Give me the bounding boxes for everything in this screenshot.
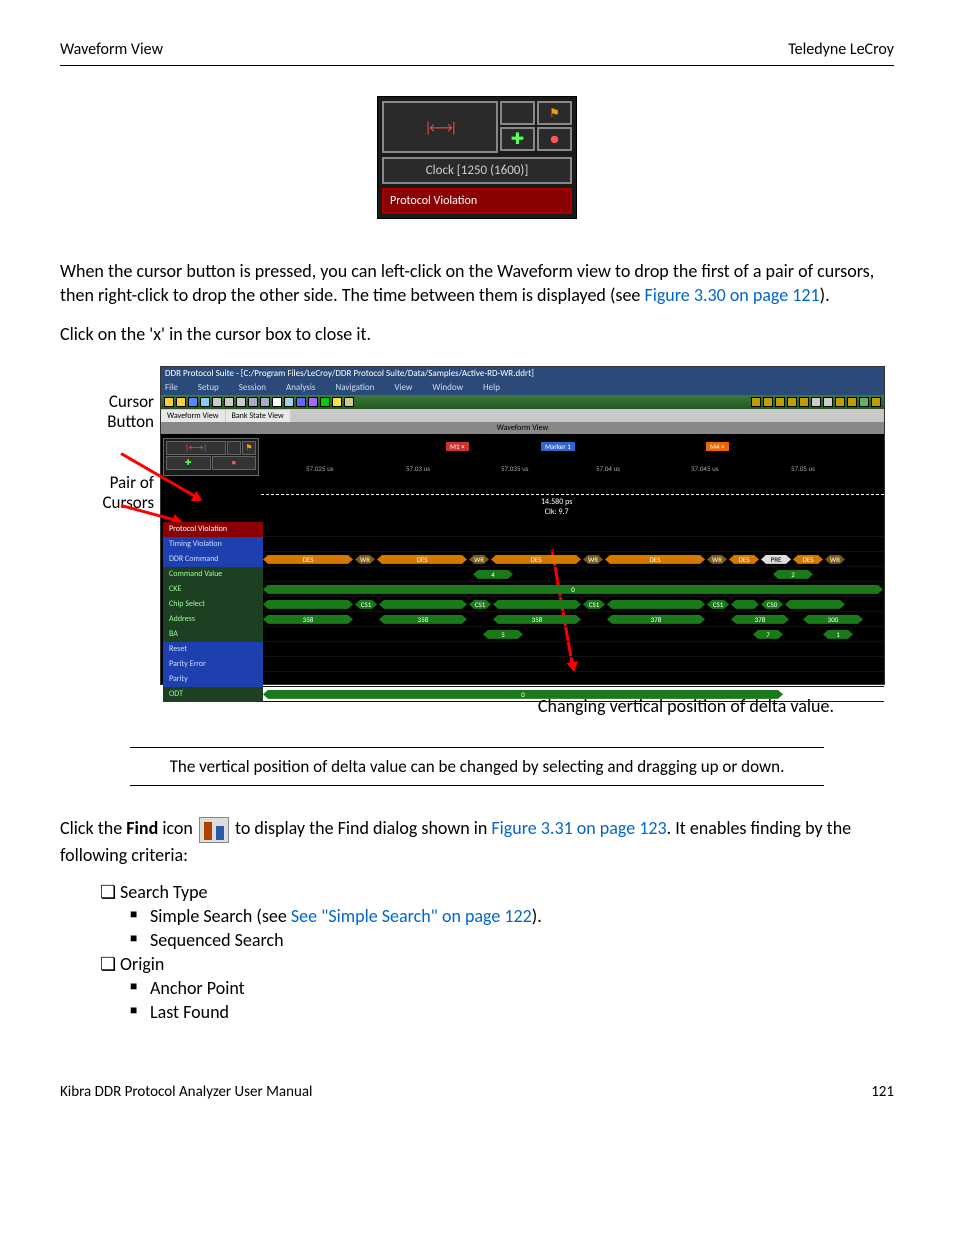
delta-dash-line: [261, 494, 884, 495]
li-search-type: Search Type: [100, 881, 894, 903]
marker-m1: M1 ×: [446, 442, 469, 451]
view-title-stripe: Waveform View: [161, 422, 884, 434]
figure-link-find[interactable]: Figure 3.31 on page 123: [491, 817, 666, 839]
header-left: Waveform View: [60, 40, 163, 59]
annotated-screenshot: Cursor Button Pair of Cursors DDR Protoc…: [60, 366, 894, 685]
window-title: DDR Protocol Suite - [C:/Program Files/L…: [161, 367, 884, 380]
panel-small-button: [500, 101, 535, 125]
tab-bankstate: Bank State View: [226, 410, 290, 422]
flag-icon: ⚑: [537, 101, 572, 125]
tab-waveform: Waveform View: [161, 410, 225, 422]
footer-left: Kibra DDR Protocol Analyzer User Manual: [60, 1083, 313, 1101]
criteria-list: Search Type Simple Search (see See "Simp…: [100, 881, 894, 1023]
marker-1: Marker 1: [541, 442, 575, 451]
li-origin: Origin: [100, 953, 894, 975]
callout-pair-of-cursors: Pair of Cursors: [60, 473, 154, 514]
header-rule: [60, 65, 894, 66]
time-ruler: 57.025 us 57.03 us 57.035 us 57.04 us 57…: [261, 464, 884, 484]
signal-tracks: DES WR DES WR DES WR DES WR DES PRE DES …: [263, 522, 884, 684]
li-last-found: Last Found: [130, 1001, 894, 1023]
cursor-tool-pane: |←→|⚑ ✚●: [163, 438, 259, 476]
marker-m4: M4 ×: [706, 442, 729, 451]
toolbar: [161, 395, 884, 409]
menu-bar: File Setup Session Analysis Navigation V…: [161, 380, 884, 395]
li-sequenced-search: Sequenced Search: [130, 929, 894, 951]
add-cursor-button: ✚: [500, 127, 535, 151]
callout-cursor-button: Cursor Button: [60, 392, 154, 433]
find-icon: [199, 817, 229, 843]
figure-link[interactable]: Figure 3.30 on page 121: [644, 284, 819, 306]
paragraph-cursor-usage: When the cursor button is pressed, you c…: [60, 259, 894, 308]
page-footer: Kibra DDR Protocol Analyzer User Manual …: [60, 1083, 894, 1101]
note-box: The vertical position of delta value can…: [130, 747, 824, 786]
protocol-violation-label: Protocol Violation: [382, 188, 572, 214]
li-simple-search: Simple Search (see See "Simple Search" o…: [130, 905, 894, 927]
page-header: Waveform View Teledyne LeCroy: [60, 40, 894, 59]
signal-legend: Protocol Violation Timing Violation DDR …: [163, 522, 263, 702]
footer-page: 121: [871, 1083, 894, 1101]
cursor-panel-figure: |←→| ⚑ ✚ ● Clock [1250 (1600)] Protocol …: [377, 96, 577, 219]
paragraph-find: Click the Find icon to display the Find …: [60, 816, 894, 867]
li-anchor-point: Anchor Point: [130, 977, 894, 999]
simple-search-link[interactable]: See "Simple Search" on page 122: [291, 905, 532, 927]
app-window: DDR Protocol Suite - [C:/Program Files/L…: [160, 366, 885, 685]
remove-cursor-button: ●: [537, 127, 572, 151]
header-right: Teledyne LeCroy: [788, 40, 894, 59]
delta-value: 14.580 ps Clk: 9.7: [541, 497, 572, 517]
clock-label: Clock [1250 (1600)]: [382, 157, 572, 184]
paragraph-close-cursor: Click on the 'x' in the cursor box to cl…: [60, 322, 894, 346]
cursor-range-icon: |←→|: [382, 101, 498, 153]
view-tabs: Waveform View Bank State View: [161, 409, 884, 422]
